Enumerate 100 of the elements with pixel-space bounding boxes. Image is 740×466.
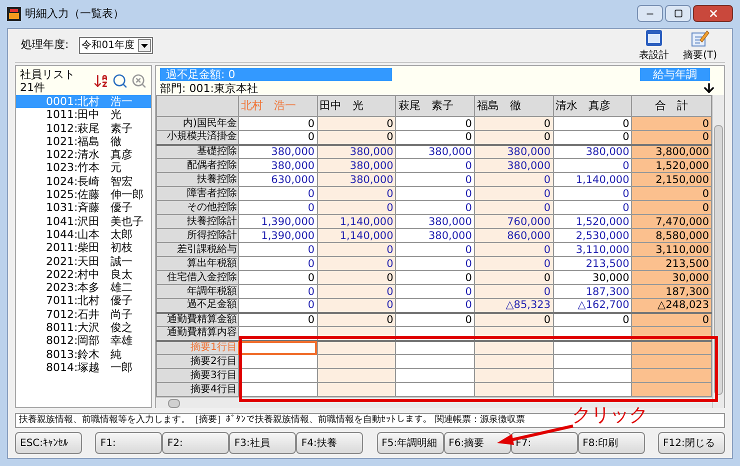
column-header[interactable]: 田中 光 xyxy=(317,96,396,116)
employee-item[interactable]: 1023:竹本 元 xyxy=(16,161,151,175)
table-cell[interactable]: 630,000 xyxy=(238,172,318,186)
table-cell[interactable]: 187,300 xyxy=(632,284,712,298)
table-cell[interactable]: 213,500 xyxy=(632,256,712,270)
table-cell[interactable]: 1,140,000 xyxy=(317,228,396,242)
table-cell[interactable]: 0 xyxy=(238,284,318,298)
table-cell[interactable]: 0 xyxy=(317,270,396,284)
table-cell[interactable]: 760,000 xyxy=(474,214,554,228)
employee-item[interactable]: 2023:本多 雄二 xyxy=(16,281,151,294)
table-cell[interactable]: 0 xyxy=(317,186,396,200)
close-button[interactable] xyxy=(693,5,733,22)
function-key-button[interactable]: F6:摘要 xyxy=(444,432,511,454)
table-cell[interactable]: 380,000 xyxy=(317,158,396,172)
employee-item[interactable]: 8012:岡部 幸雄 xyxy=(16,334,151,348)
table-cell[interactable] xyxy=(553,340,632,354)
function-key-button[interactable]: ESC:ｷｬﾝｾﾙ xyxy=(15,432,82,454)
table-cell[interactable]: 0 xyxy=(317,116,396,130)
employee-item[interactable]: 8011:大沢 俊之 xyxy=(16,321,151,334)
employee-item[interactable]: 2022:村中 良太 xyxy=(16,268,151,282)
employee-item[interactable]: 1025:佐藤 伸一郎 xyxy=(16,188,151,202)
table-cell[interactable]: 380,000 xyxy=(396,144,474,158)
table-cell[interactable]: 0 xyxy=(396,242,474,256)
table-cell[interactable] xyxy=(553,382,632,396)
table-cell[interactable]: 0 xyxy=(474,256,554,270)
table-cell[interactable] xyxy=(474,354,554,368)
table-cell[interactable]: △248,023 xyxy=(632,298,712,312)
table-cell[interactable]: 0 xyxy=(317,312,396,326)
table-cell[interactable]: 0 xyxy=(553,116,632,130)
table-cell[interactable] xyxy=(317,368,396,382)
table-cell[interactable]: 0 xyxy=(396,256,474,270)
table-cell[interactable]: 2,150,000 xyxy=(632,172,712,186)
table-cell[interactable] xyxy=(396,340,474,354)
table-cell[interactable]: 213,500 xyxy=(553,256,632,270)
function-key-button[interactable]: F8:印刷 xyxy=(578,432,645,454)
table-cell[interactable]: 187,300 xyxy=(553,284,632,298)
table-cell[interactable]: 2,530,000 xyxy=(553,228,632,242)
employee-item[interactable]: 8013:鈴木 純 xyxy=(16,348,151,361)
table-cell[interactable]: △162,700 xyxy=(553,298,632,312)
column-header[interactable]: 合 計 xyxy=(632,96,712,116)
table-cell[interactable]: 0 xyxy=(474,186,554,200)
table-cell[interactable]: 30,000 xyxy=(553,270,632,284)
table-cell[interactable]: 0 xyxy=(238,130,318,144)
table-cell[interactable]: 860,000 xyxy=(474,228,554,242)
employee-item[interactable]: 1041:沢田 美也子 xyxy=(16,214,151,228)
employee-item[interactable]: 8014:塚越 一郎 xyxy=(16,360,151,374)
table-cell[interactable]: 0 xyxy=(396,284,474,298)
table-cell[interactable]: 380,000 xyxy=(474,144,554,158)
function-key-button[interactable]: F4:扶養 xyxy=(296,432,364,454)
table-cell[interactable] xyxy=(474,368,554,382)
column-header[interactable]: 清水 真彦 xyxy=(553,96,632,116)
table-cell[interactable]: 0 xyxy=(238,200,318,214)
table-cell[interactable]: 0 xyxy=(632,186,712,200)
table-cell[interactable]: 0 xyxy=(396,298,474,312)
employee-item[interactable]: 1024:長崎 智宏 xyxy=(16,174,151,188)
table-cell[interactable] xyxy=(396,368,474,382)
table-cell[interactable] xyxy=(632,382,712,396)
table-cell[interactable]: 0 xyxy=(553,186,632,200)
table-cell[interactable]: 0 xyxy=(317,256,396,270)
vertical-scrollbar[interactable] xyxy=(712,95,724,408)
table-cell[interactable] xyxy=(632,368,712,382)
table-cell[interactable]: 0 xyxy=(396,158,474,172)
table-cell[interactable]: 30,000 xyxy=(632,270,712,284)
employee-item[interactable]: 1022:清水 真彦 xyxy=(16,148,151,162)
table-cell[interactable]: 0 xyxy=(396,130,474,144)
table-cell[interactable]: 0 xyxy=(474,242,554,256)
table-cell[interactable]: 0 xyxy=(474,116,554,130)
function-key-button[interactable]: F3:社員 xyxy=(229,432,296,454)
employee-item[interactable]: 1021:福島 徹 xyxy=(16,134,151,148)
table-cell[interactable]: 0 xyxy=(396,116,474,130)
employee-item[interactable]: 7012:石井 尚子 xyxy=(16,308,151,322)
table-cell[interactable] xyxy=(317,354,396,368)
table-cell[interactable]: 1,520,000 xyxy=(553,214,632,228)
employee-item[interactable]: 2011:柴田 初枝 xyxy=(16,241,151,255)
table-cell[interactable]: 0 xyxy=(396,270,474,284)
table-cell[interactable]: 0 xyxy=(317,284,396,298)
table-cell[interactable]: 0 xyxy=(317,298,396,312)
table-cell[interactable]: 3,110,000 xyxy=(632,242,712,256)
table-cell[interactable]: 0 xyxy=(553,158,632,172)
table-cell[interactable]: 0 xyxy=(474,270,554,284)
table-cell[interactable]: 0 xyxy=(632,200,712,214)
table-cell[interactable]: 8,580,000 xyxy=(632,228,712,242)
table-cell[interactable]: 380,000 xyxy=(396,214,474,228)
table-cell[interactable]: 7,470,000 xyxy=(632,214,712,228)
table-cell[interactable]: 0 xyxy=(396,312,474,326)
column-header[interactable]: 福島 徹 xyxy=(474,96,554,116)
function-key-button[interactable]: F12:閉じる xyxy=(658,432,725,454)
table-cell[interactable]: 0 xyxy=(553,200,632,214)
table-cell[interactable]: 0 xyxy=(317,200,396,214)
table-cell[interactable]: 0 xyxy=(632,312,712,326)
table-cell[interactable]: △85,323 xyxy=(474,298,554,312)
employee-item[interactable]: 2021:天田 誠一 xyxy=(16,254,151,268)
table-cell[interactable]: 380,000 xyxy=(553,144,632,158)
year-select[interactable]: 令和01年度 xyxy=(78,37,153,54)
table-cell[interactable]: 380,000 xyxy=(474,158,554,172)
table-cell[interactable]: 380,000 xyxy=(317,172,396,186)
table-cell[interactable]: 0 xyxy=(474,284,554,298)
employee-item[interactable]: 1044:山本 太郎 xyxy=(16,228,151,242)
table-cell[interactable]: 0 xyxy=(238,116,318,130)
table-cell[interactable]: 0 xyxy=(396,186,474,200)
